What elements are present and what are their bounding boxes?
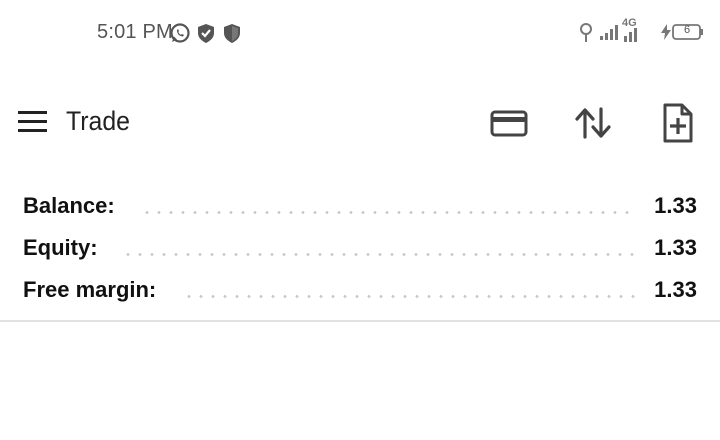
signal-icon bbox=[600, 24, 622, 45]
divider bbox=[0, 320, 720, 322]
dot-leader bbox=[141, 211, 633, 214]
status-time: 5:01 PM bbox=[97, 21, 173, 43]
free-margin-label: Free margin: bbox=[23, 277, 157, 302]
sort-button[interactable] bbox=[571, 101, 615, 145]
sort-arrows-icon bbox=[571, 101, 615, 145]
balance-label: Balance: bbox=[23, 193, 115, 218]
charging-icon bbox=[660, 24, 672, 45]
battery-level: 6 bbox=[684, 24, 691, 36]
notification-icons bbox=[169, 22, 243, 44]
toolbar: Trade bbox=[0, 92, 720, 152]
credit-card-icon bbox=[487, 101, 531, 145]
deposit-button[interactable] bbox=[487, 101, 531, 145]
shield-icon bbox=[221, 22, 243, 44]
balance-row: Balance: 1.33 bbox=[0, 187, 720, 218]
new-order-button[interactable] bbox=[656, 101, 700, 145]
menu-icon bbox=[18, 129, 47, 132]
balance-value: 1.33 bbox=[654, 193, 697, 218]
equity-value: 1.33 bbox=[654, 235, 697, 260]
trade-screen: 5:01 PM 4G 6 Trade Balance: 1.33 Equity:… bbox=[0, 0, 720, 440]
page-title: Trade bbox=[66, 106, 130, 136]
menu-icon bbox=[18, 120, 47, 123]
dot-leader bbox=[183, 295, 635, 298]
status-bar: 5:01 PM 4G 6 bbox=[0, 0, 720, 66]
dot-leader bbox=[122, 253, 638, 256]
free-margin-value: 1.33 bbox=[654, 277, 697, 302]
new-document-icon bbox=[656, 101, 700, 145]
free-margin-row: Free margin: 1.33 bbox=[0, 271, 720, 302]
equity-row: Equity: 1.33 bbox=[0, 229, 720, 260]
signal-2-icon bbox=[624, 28, 642, 47]
menu-button[interactable] bbox=[12, 104, 52, 140]
whatsapp-icon bbox=[169, 22, 191, 44]
equity-label: Equity: bbox=[23, 235, 98, 260]
menu-icon bbox=[18, 111, 47, 114]
shield-check-icon bbox=[195, 22, 217, 44]
location-icon bbox=[578, 22, 594, 49]
